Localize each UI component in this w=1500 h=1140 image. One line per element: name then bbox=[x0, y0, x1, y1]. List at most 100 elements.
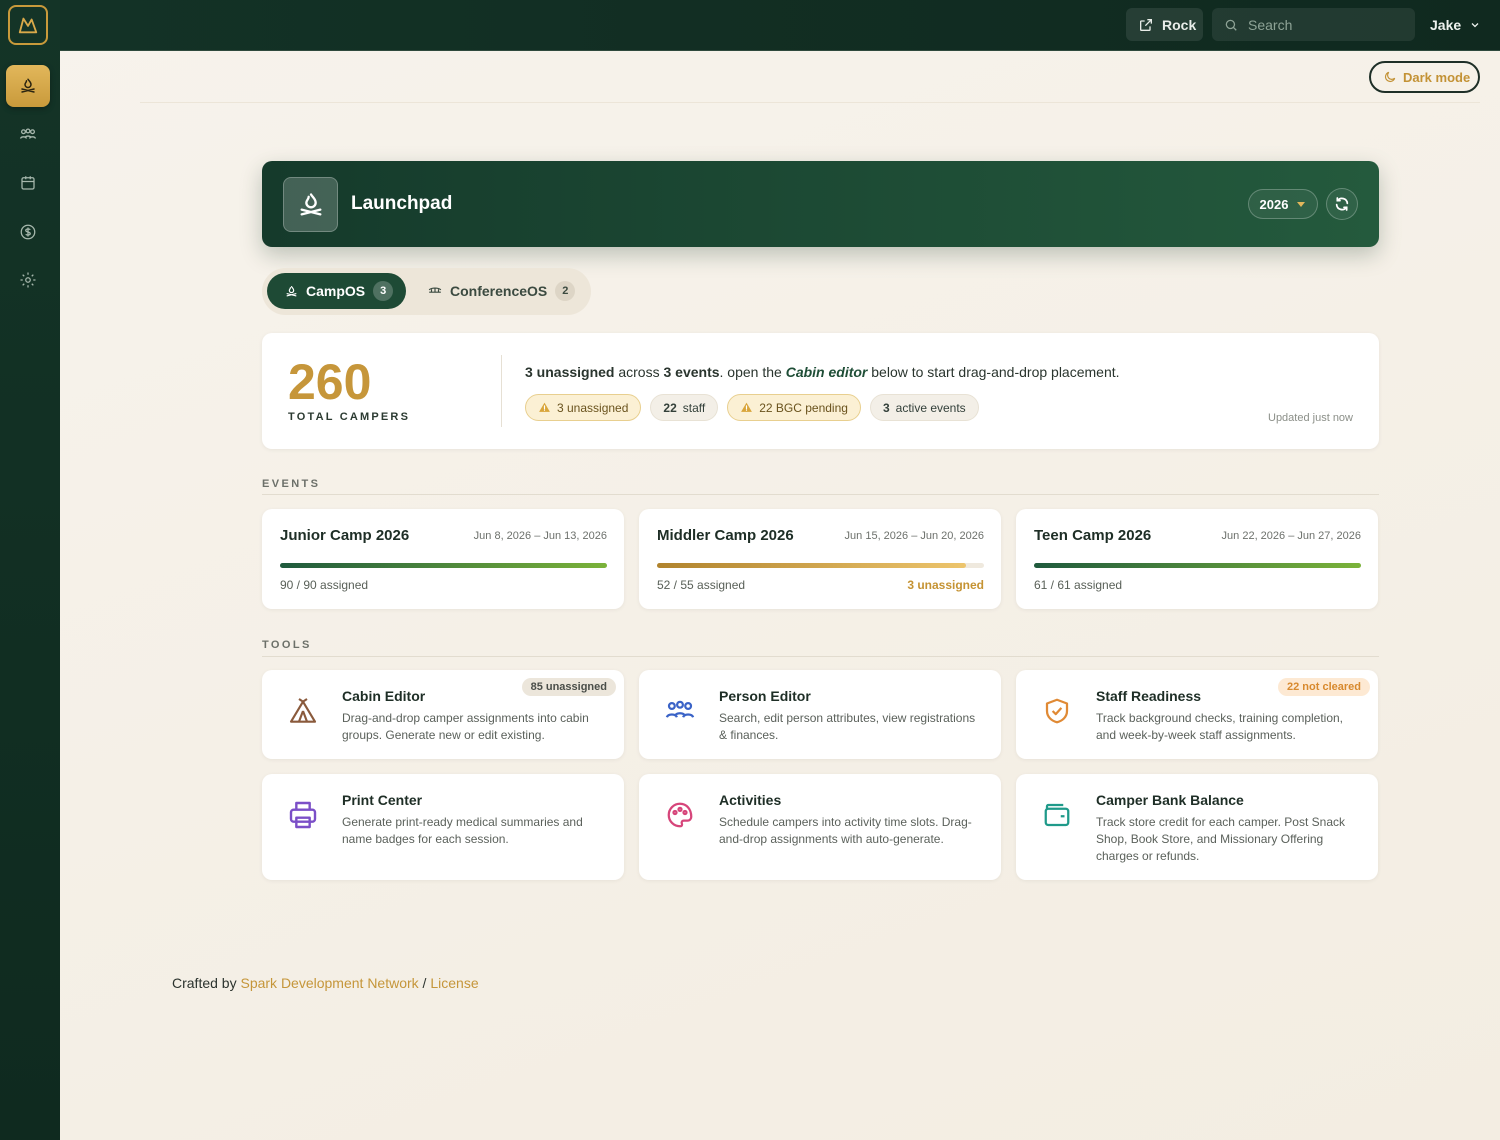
cabin-editor-link[interactable]: Cabin editor bbox=[786, 364, 868, 380]
tool-title: Camper Bank Balance bbox=[1096, 792, 1244, 808]
event-dates: Jun 8, 2026 – Jun 13, 2026 bbox=[473, 530, 607, 542]
topbar: Rock Search Jake bbox=[60, 0, 1500, 51]
dark-mode-toggle[interactable]: Dark mode bbox=[1369, 61, 1480, 93]
refresh-button[interactable] bbox=[1326, 188, 1358, 220]
event-title: Teen Camp 2026 bbox=[1034, 527, 1152, 544]
wallet-icon bbox=[1038, 796, 1076, 834]
refresh-icon bbox=[1335, 197, 1349, 211]
rock-button[interactable]: Rock bbox=[1126, 8, 1203, 41]
external-link-icon bbox=[1140, 18, 1152, 31]
event-assigned: 61 / 61 assigned bbox=[1034, 578, 1123, 592]
user-name: Jake bbox=[1430, 16, 1462, 33]
summary-chips: 3 unassigned 22 staff 22 BGC pending 3 a… bbox=[525, 394, 979, 421]
tool-description: Track store credit for each camper. Post… bbox=[1096, 815, 1345, 863]
tool-print-center[interactable]: Print Center Generate print-ready medica… bbox=[262, 774, 624, 880]
tab-conferenceos[interactable]: ConferenceOS 2 bbox=[422, 273, 582, 309]
summary-message: 3 unassigned across 3 events. open the C… bbox=[525, 364, 1120, 380]
tool-person-editor[interactable]: Person Editor Search, edit person attrib… bbox=[639, 670, 1001, 759]
campfire-icon bbox=[21, 78, 35, 93]
people-icon bbox=[19, 128, 37, 139]
event-progress-track bbox=[280, 563, 607, 568]
caret-down-icon bbox=[1297, 202, 1306, 207]
printer-icon bbox=[284, 796, 322, 834]
tool-badge: 85 unassigned bbox=[521, 678, 616, 696]
footer: Crafted by Spark Development Network / L… bbox=[172, 975, 479, 991]
search-icon bbox=[1225, 19, 1237, 31]
tool-description: Schedule campers into activity time slot… bbox=[719, 815, 972, 846]
unassigned-chip[interactable]: 3 unassigned bbox=[525, 394, 642, 421]
events-heading: EVENTS bbox=[262, 478, 321, 490]
chip-count: 3 bbox=[882, 400, 890, 415]
warning-icon bbox=[741, 402, 753, 412]
event-card-teen[interactable]: Teen Camp 2026 Jun 22, 2026 – Jun 27, 20… bbox=[1016, 509, 1378, 609]
divider bbox=[501, 355, 502, 427]
license-link[interactable]: License bbox=[430, 975, 478, 991]
divider bbox=[140, 102, 1480, 103]
mountain-logo-icon bbox=[18, 17, 38, 34]
chip-count: 22 bbox=[663, 400, 677, 415]
event-progress-fill bbox=[1034, 563, 1361, 568]
tab-label: ConferenceOS bbox=[450, 283, 548, 299]
event-card-junior[interactable]: Junior Camp 2026 Jun 8, 2026 – Jun 13, 2… bbox=[262, 509, 624, 609]
tool-description: Search, edit person attributes, view reg… bbox=[719, 711, 976, 742]
event-title: Junior Camp 2026 bbox=[280, 527, 410, 544]
gear-icon bbox=[20, 272, 36, 288]
sidebar-item-calendar[interactable] bbox=[6, 162, 50, 204]
chip-label: staff bbox=[682, 400, 706, 415]
tool-title: Cabin Editor bbox=[342, 688, 426, 704]
year-value: 2026 bbox=[1259, 196, 1289, 212]
staff-chip[interactable]: 22 staff bbox=[650, 394, 719, 421]
people-icon bbox=[661, 692, 699, 730]
warning-icon bbox=[539, 402, 550, 412]
tab-count: 2 bbox=[555, 281, 576, 301]
tab-campos[interactable]: CampOS 3 bbox=[267, 273, 406, 309]
tool-cabin-editor[interactable]: Cabin Editor Drag-and-drop camper assign… bbox=[262, 670, 624, 759]
sidebar-item-campos[interactable] bbox=[6, 65, 50, 107]
year-select[interactable]: 2026 bbox=[1248, 189, 1318, 219]
msg-text: . open the bbox=[719, 364, 786, 380]
active-events-chip[interactable]: 3 active events bbox=[869, 394, 979, 421]
tool-activities[interactable]: Activities Schedule campers into activit… bbox=[639, 774, 1001, 880]
calendar-icon bbox=[21, 176, 35, 190]
moon-icon bbox=[1385, 71, 1396, 82]
divider bbox=[262, 494, 1379, 495]
event-title: Middler Camp 2026 bbox=[657, 527, 794, 544]
spark-link[interactable]: Spark Development Network bbox=[240, 975, 418, 991]
msg-text: across bbox=[614, 364, 664, 380]
bridge-icon bbox=[428, 287, 442, 293]
tool-description: Drag-and-drop camper assignments into ca… bbox=[342, 711, 589, 742]
search-placeholder: Search bbox=[1248, 16, 1293, 33]
app-logo[interactable] bbox=[8, 5, 48, 45]
tab-label: CampOS bbox=[306, 283, 366, 299]
msg-count: 3 unassigned bbox=[525, 364, 615, 380]
updated-timestamp: Updated just now bbox=[1268, 412, 1353, 424]
sidebar-item-people[interactable] bbox=[6, 113, 50, 155]
msg-events: 3 events bbox=[663, 364, 720, 380]
hero-icon-tile bbox=[283, 177, 338, 232]
tools-heading: TOOLS bbox=[262, 639, 312, 651]
tool-title: Print Center bbox=[342, 792, 423, 808]
tool-staff-readiness[interactable]: Staff Readiness Track background checks,… bbox=[1016, 670, 1378, 759]
event-progress-track bbox=[657, 563, 984, 568]
dollar-icon bbox=[20, 224, 36, 240]
campfire-icon bbox=[300, 192, 321, 215]
page-title: Launchpad bbox=[351, 193, 453, 214]
search-input[interactable]: Search bbox=[1212, 8, 1415, 41]
event-assigned: 90 / 90 assigned bbox=[280, 578, 369, 592]
event-card-middler[interactable]: Middler Camp 2026 Jun 15, 2026 – Jun 20,… bbox=[639, 509, 1001, 609]
tool-description: Track background checks, training comple… bbox=[1096, 711, 1344, 742]
sidebar-item-finance[interactable] bbox=[6, 211, 50, 253]
summary-card: 260 TOTAL CAMPERS 3 unassigned across 3 … bbox=[262, 333, 1379, 449]
sidebar-item-settings[interactable] bbox=[6, 259, 50, 301]
rock-label: Rock bbox=[1162, 16, 1197, 33]
tool-camper-bank[interactable]: Camper Bank Balance Track store credit f… bbox=[1016, 774, 1378, 880]
user-menu[interactable]: Jake bbox=[1430, 8, 1481, 41]
tool-description: Generate print-ready medical summaries a… bbox=[342, 815, 583, 846]
event-dates: Jun 22, 2026 – Jun 27, 2026 bbox=[1221, 530, 1361, 542]
event-progress-fill bbox=[280, 563, 607, 568]
event-progress-track bbox=[1034, 563, 1361, 568]
bgc-pending-chip[interactable]: 22 BGC pending bbox=[727, 394, 861, 421]
tab-count: 3 bbox=[373, 281, 394, 301]
chip-label: 22 BGC pending bbox=[759, 400, 848, 415]
shield-check-icon bbox=[1038, 692, 1076, 730]
